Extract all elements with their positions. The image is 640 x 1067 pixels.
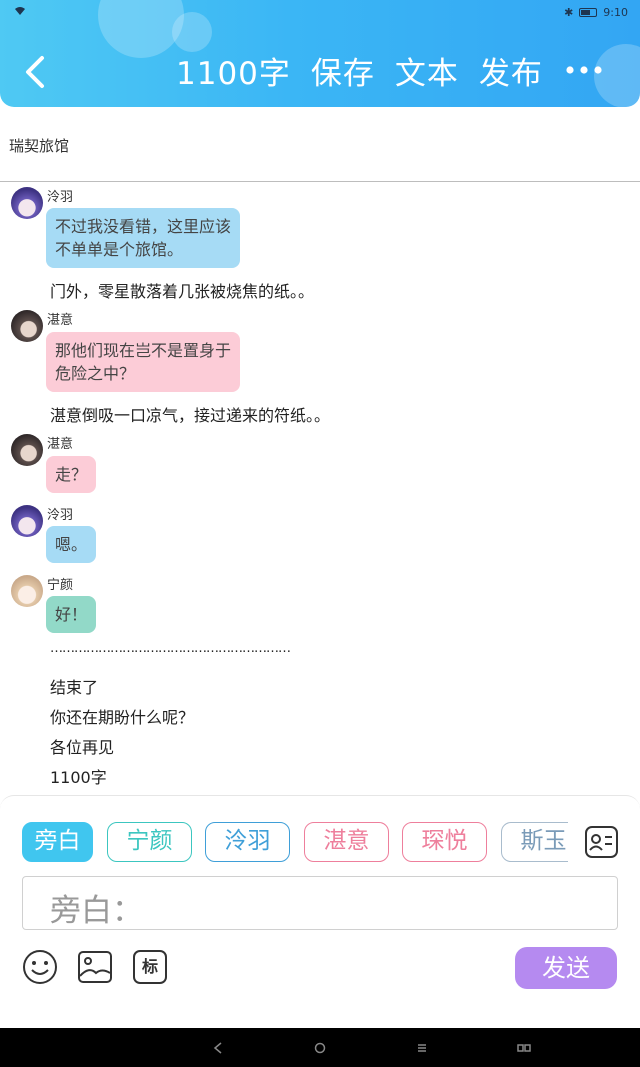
speaker-name: 湛意 — [47, 313, 74, 328]
more-dots-icon — [566, 66, 602, 74]
avatar[interactable] — [11, 505, 43, 537]
tag-button[interactable]: 标 — [132, 949, 168, 985]
role-chip-lingyu[interactable]: 泠羽 — [205, 822, 290, 862]
bubble-line: 不单单是个旅馆。 — [55, 240, 184, 259]
more-button[interactable] — [564, 58, 604, 82]
image-button[interactable] — [77, 949, 113, 985]
header-actions: 1100字 保存 文本 发布 — [176, 50, 543, 98]
home-circle-icon[interactable] — [309, 1037, 331, 1059]
role-chip-narrator[interactable]: 旁白 — [22, 822, 93, 862]
narration-text[interactable]: 结束了 — [50, 674, 98, 698]
speaker-name: 湛意 — [47, 437, 74, 452]
dialogue-bubble[interactable]: 不过我没看错，这里应该 不单单是个旅馆。 — [46, 208, 241, 268]
bubble-line: 好！ — [55, 605, 88, 624]
dialogue-bubble[interactable]: 好！ — [46, 596, 97, 633]
chapter-title: 瑞契旅馆 — [9, 137, 70, 155]
speaker-name: 泠羽 — [47, 508, 74, 523]
publish-button[interactable]: 发布 — [479, 50, 543, 98]
avatar[interactable] — [11, 187, 43, 219]
wifi-icon — [14, 6, 26, 19]
narration-text[interactable]: …………………………………………………… — [50, 641, 291, 656]
send-button[interactable]: 发送 — [515, 947, 617, 989]
avatar[interactable] — [11, 310, 43, 342]
contact-card-icon — [585, 826, 618, 858]
menu-icon[interactable] — [411, 1037, 433, 1059]
dialogue-bubble[interactable]: 走？ — [46, 456, 97, 493]
role-selector[interactable]: 旁白 宁颜 泠羽 湛意 琛悦 斯玉 — [22, 822, 568, 862]
emoji-button[interactable] — [22, 949, 58, 985]
narration-text[interactable]: 各位再见 — [50, 734, 114, 758]
role-chip-ningyan[interactable]: 宁颜 — [107, 822, 192, 862]
status-right: ✱ 9:10 — [564, 6, 628, 19]
avatar[interactable] — [11, 434, 43, 466]
text-button[interactable]: 文本 — [395, 50, 459, 98]
role-chip-siyu[interactable]: 斯玉 — [501, 822, 568, 862]
dialogue-bubble[interactable]: 嗯。 — [46, 526, 97, 563]
message-input[interactable]: 旁白： — [22, 876, 618, 930]
role-chip-chenyue[interactable]: 琛悦 — [402, 822, 487, 862]
story-chat[interactable]: 泠羽 不过我没看错，这里应该 不单单是个旅馆。 门外，零星散落着几张被烧焦的纸。… — [0, 183, 640, 795]
battery-icon — [579, 8, 598, 17]
narration-text[interactable]: 门外，零星散落着几张被烧焦的纸。。 — [50, 278, 314, 302]
clock: 9:10 — [603, 6, 628, 19]
input-placeholder: 旁白： — [50, 893, 143, 929]
app-header: ✱ 9:10 1100字 保存 文本 发布 — [0, 0, 640, 107]
image-icon — [78, 951, 112, 983]
bluetooth-icon: ✱ — [564, 6, 574, 19]
narration-text[interactable]: 你还在期盼什么呢？ — [50, 704, 194, 728]
bubble-line: 危险之中？ — [55, 364, 136, 383]
decor-bubble — [172, 12, 212, 52]
smiley-icon — [23, 950, 57, 984]
save-button[interactable]: 保存 — [311, 50, 375, 98]
bubble-line: 那他们现在岂不是置身于 — [55, 341, 232, 360]
speaker-name: 宁颜 — [47, 578, 74, 593]
compose-panel: 旁白 宁颜 泠羽 湛意 琛悦 斯玉 旁白： 标 发送 — [0, 795, 640, 1028]
avatar[interactable] — [11, 575, 43, 607]
bubble-line: 嗯。 — [55, 535, 88, 554]
chapter-title-bar[interactable]: 瑞契旅馆 — [0, 108, 640, 182]
narration-text[interactable]: 湛意倒吸一口凉气，接过递来的符纸。。 — [50, 402, 330, 426]
system-nav-bar — [0, 1028, 640, 1067]
recents-icon[interactable] — [513, 1037, 535, 1059]
chevron-left-icon — [26, 56, 44, 88]
speaker-name: 泠羽 — [47, 190, 74, 205]
decor-bubble — [98, 0, 184, 58]
role-list-button[interactable] — [584, 825, 619, 859]
tag-label: 标 — [141, 957, 158, 976]
dialogue-bubble[interactable]: 那他们现在岂不是置身于 危险之中？ — [46, 332, 241, 392]
bubble-line: 走？ — [55, 465, 88, 484]
bubble-line: 不过我没看错，这里应该 — [55, 217, 232, 236]
narration-text[interactable]: 1100字 — [50, 764, 107, 788]
back-triangle-icon[interactable] — [207, 1037, 229, 1059]
back-button[interactable] — [16, 52, 52, 92]
word-count: 1100字 — [176, 56, 291, 92]
role-chip-zhanyi[interactable]: 湛意 — [304, 822, 389, 862]
